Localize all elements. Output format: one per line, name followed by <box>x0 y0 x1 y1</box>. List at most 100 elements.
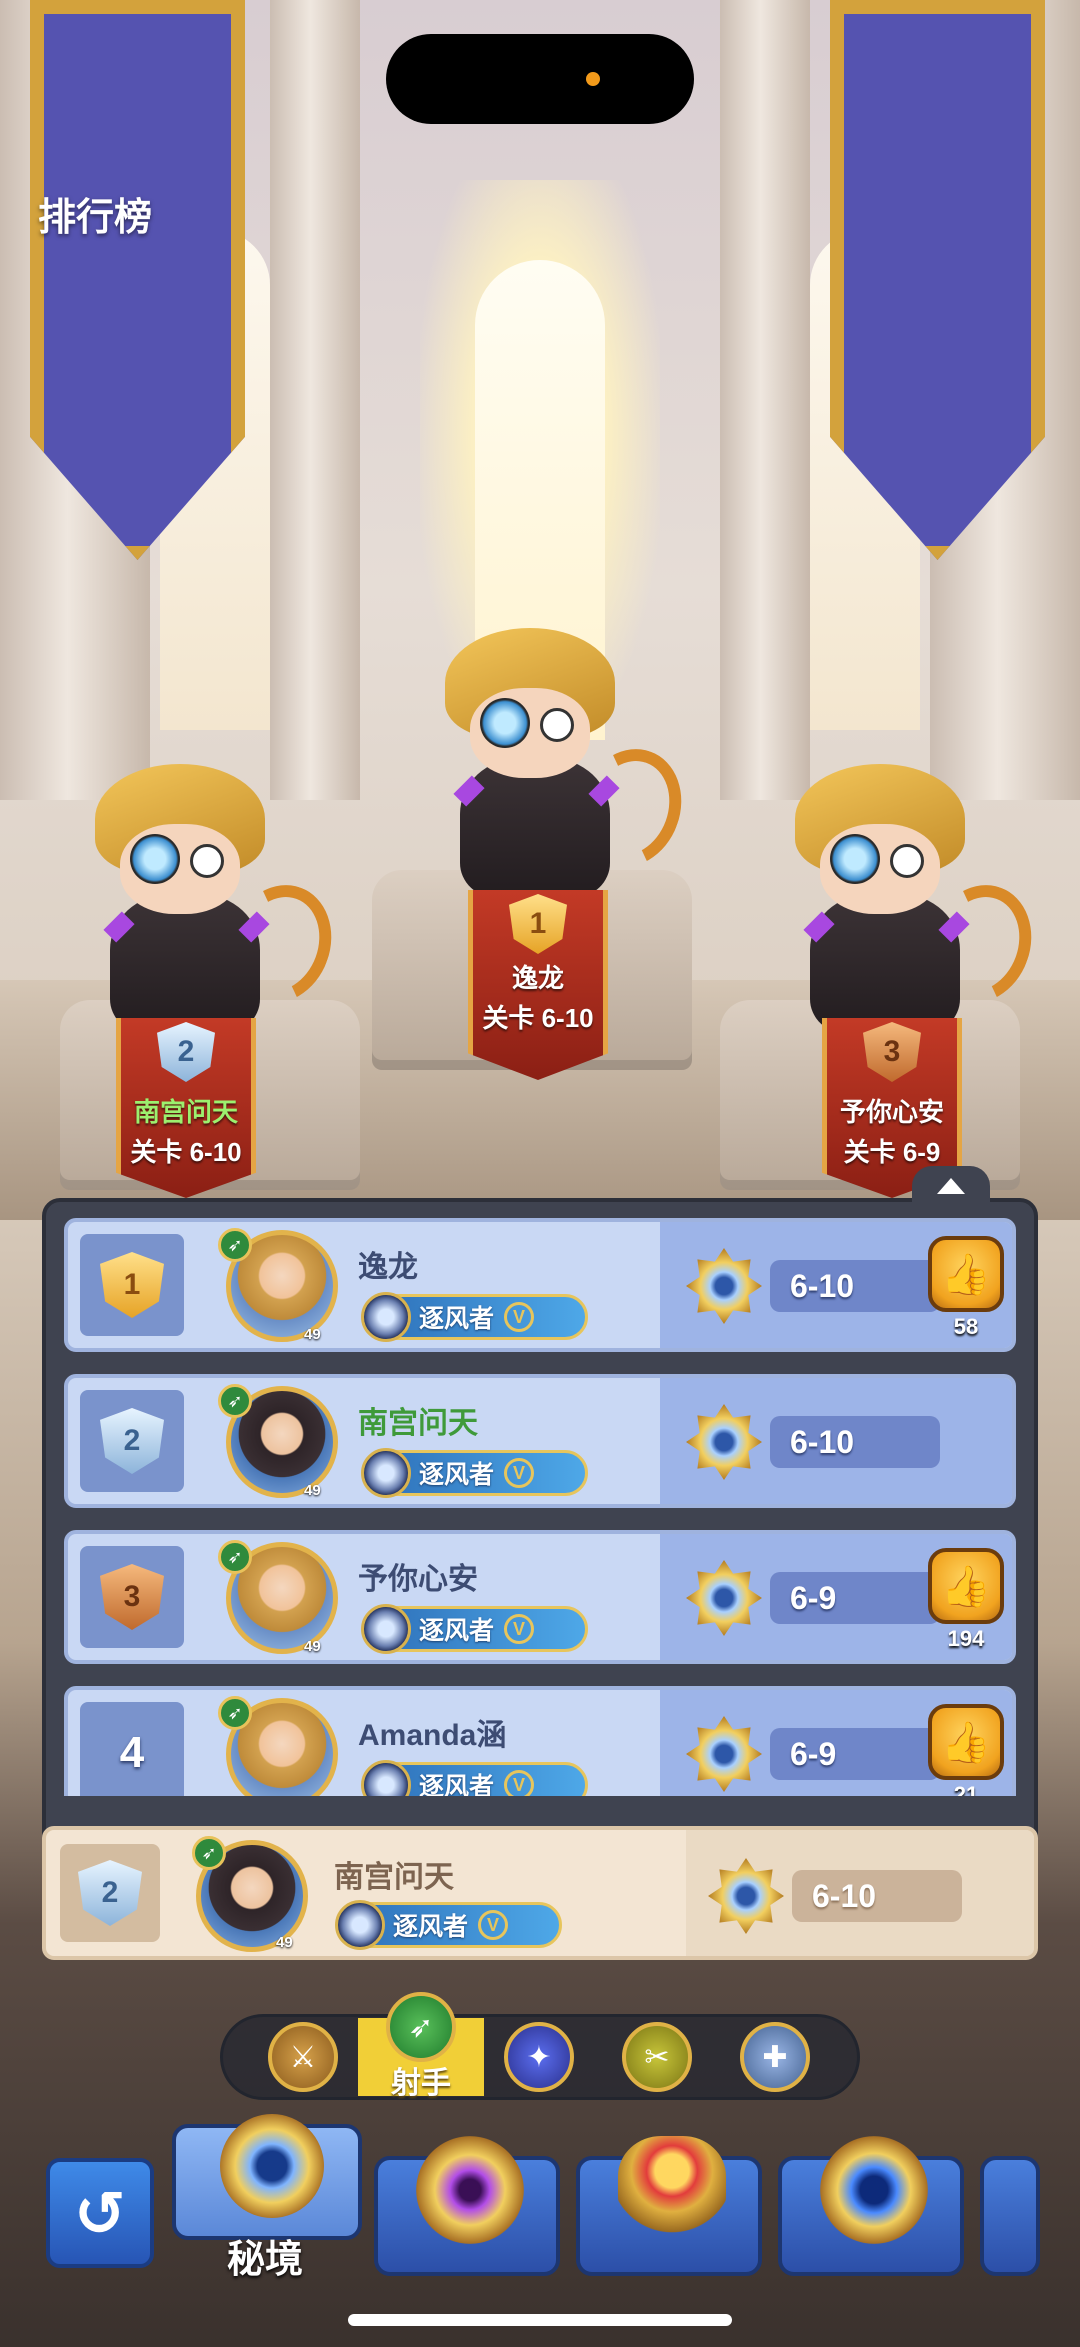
mage-icon[interactable]: ✦ <box>504 2022 574 2092</box>
like-count: 58 <box>953 1314 979 1339</box>
back-button[interactable]: ↺ <box>46 2158 154 2268</box>
hero-first[interactable] <box>390 628 698 928</box>
stage-value: 6-9 <box>770 1572 940 1624</box>
mode-crown[interactable] <box>576 2136 762 2276</box>
title-tag[interactable]: 逐风者 V <box>361 1292 588 1342</box>
avatar-level: 49 <box>276 1934 293 1951</box>
thumbs-up-icon: 👍 <box>941 1252 991 1297</box>
secret-realm-icon <box>220 2114 324 2218</box>
like-button[interactable]: 👍 <box>928 1548 1004 1624</box>
home-indicator[interactable] <box>348 2314 732 2326</box>
title-tier: V <box>504 1302 535 1332</box>
podium-level-third: 关卡 6-9 <box>843 1137 941 1167</box>
mode-secret-realm[interactable] <box>172 2114 362 2240</box>
camera-notch <box>386 34 694 124</box>
title-tier: V <box>504 1614 535 1644</box>
title-emblem-icon <box>361 1604 411 1654</box>
like-count: 194 <box>947 1626 985 1651</box>
title-tag[interactable]: 逐风者 V <box>335 1900 562 1950</box>
priest-icon[interactable]: ✚ <box>740 2022 810 2092</box>
title-tier: V <box>504 1458 535 1488</box>
rank-badge: 3 <box>100 1564 164 1630</box>
assassin-icon[interactable]: ✂ <box>622 2022 692 2092</box>
title-tag[interactable]: 逐风者 V <box>361 1760 588 1796</box>
page-title: 排行榜 <box>38 197 153 239</box>
podium-level-first: 关卡 6-10 <box>482 1003 594 1033</box>
rank-badge: 1 <box>100 1252 164 1318</box>
title-tier: V <box>478 1910 509 1940</box>
collapse-panel-button[interactable] <box>912 1166 990 1206</box>
hero-eye <box>540 708 574 742</box>
title-text: 逐风者 <box>419 1461 495 1489</box>
stage-value: 6-10 <box>770 1260 940 1312</box>
table-row[interactable]: 1 ➶ 49 逸龙 逐风者 V 6-10 👍 58 <box>64 1218 1016 1352</box>
mode-next-partial[interactable] <box>980 2156 1040 2276</box>
stage-emblem-icon <box>686 1248 762 1324</box>
pillar-inner-left <box>270 0 360 800</box>
table-row[interactable]: 4 ➶ Amanda涵 逐风者 V 6-9 👍 21 <box>64 1686 1016 1796</box>
rank-badge: 2 <box>100 1408 164 1474</box>
stage-emblem-icon <box>686 1716 762 1792</box>
player-name[interactable]: 予你心安 <box>358 1554 478 1598</box>
like-button[interactable]: 👍 <box>928 1704 1004 1780</box>
title-emblem-icon <box>361 1448 411 1498</box>
title-emblem-icon <box>361 1760 411 1796</box>
table-row[interactable]: 2 ➶ 49 南宫问天 逐风者 V 6-10 <box>64 1374 1016 1508</box>
thumbs-up-icon: 👍 <box>941 1564 991 1609</box>
avatar-level: 49 <box>304 1638 321 1655</box>
podium-level-second: 关卡 6-10 <box>130 1137 242 1167</box>
mode-purple-gem[interactable] <box>374 2136 560 2276</box>
purple-gem-icon <box>416 2136 524 2244</box>
title-tag[interactable]: 逐风者 V <box>361 1604 588 1654</box>
title-text: 逐风者 <box>419 1305 495 1333</box>
hero-eye <box>190 844 224 878</box>
warrior-icon[interactable]: ⚔ <box>268 2022 338 2092</box>
rank-cell: 2 <box>80 1390 184 1492</box>
rank-cell: 3 <box>80 1546 184 1648</box>
back-icon: ↺ <box>74 2179 126 2249</box>
goggle-icon <box>830 834 880 884</box>
avatar-level: 49 <box>304 1326 321 1343</box>
podium-name-first: 逸龙 <box>511 963 564 993</box>
rank-number: 4 <box>119 1728 145 1777</box>
player-name[interactable]: Amanda涵 <box>358 1710 506 1754</box>
archer-class-icon: ➶ <box>218 1384 252 1418</box>
title-text: 逐风者 <box>393 1913 469 1941</box>
podium-name-second: 南宫问天 <box>133 1097 238 1127</box>
stage-value: 6-10 <box>770 1416 940 1468</box>
stage-emblem-icon <box>686 1404 762 1480</box>
stage-emblem-icon <box>708 1858 784 1934</box>
stage-emblem-icon <box>686 1560 762 1636</box>
rank-badge: 2 <box>78 1860 142 1926</box>
player-name[interactable]: 南宫问天 <box>334 1852 454 1896</box>
mode-label[interactable]: 秘境 <box>170 2228 360 2283</box>
mode-star-portal[interactable] <box>778 2136 964 2276</box>
chevron-up-icon <box>937 1178 965 1194</box>
my-rank-row[interactable]: 2 ➶ 49 南宫问天 逐风者 V 6-10 <box>42 1826 1038 1960</box>
leaderboard-list[interactable]: 1 ➶ 49 逸龙 逐风者 V 6-10 👍 58 2 ➶ 49 南宫问天 逐风… <box>64 1218 1016 1796</box>
player-name[interactable]: 逸龙 <box>358 1242 418 1286</box>
like-button[interactable]: 👍 <box>928 1236 1004 1312</box>
goggle-icon <box>130 834 180 884</box>
title-text: 逐风者 <box>419 1773 495 1796</box>
archer-class-icon: ➶ <box>218 1540 252 1574</box>
stage-value: 6-9 <box>770 1728 940 1780</box>
thumbs-up-icon: 👍 <box>941 1720 991 1765</box>
hero-eye <box>890 844 924 878</box>
archer-icon[interactable]: ➶ <box>386 1992 456 2062</box>
title-tag[interactable]: 逐风者 V <box>361 1448 588 1498</box>
title-emblem-icon <box>361 1292 411 1342</box>
title-emblem-icon <box>335 1900 385 1950</box>
player-name[interactable]: 南宫问天 <box>358 1398 478 1442</box>
star-portal-icon <box>820 2136 928 2244</box>
archer-class-icon: ➶ <box>218 1696 252 1730</box>
podium-name-third: 予你心安 <box>839 1097 944 1127</box>
crown-icon <box>618 2136 726 2236</box>
table-row[interactable]: 3 ➶ 49 予你心安 逐风者 V 6-9 👍 194 <box>64 1530 1016 1664</box>
title-tier: V <box>504 1770 535 1796</box>
class-tab-label[interactable]: 射手 <box>358 2058 484 2102</box>
like-count: 21 <box>953 1782 979 1796</box>
rank-cell: 1 <box>80 1234 184 1336</box>
pillar-inner-right <box>720 0 810 800</box>
archer-class-icon: ➶ <box>192 1836 226 1870</box>
